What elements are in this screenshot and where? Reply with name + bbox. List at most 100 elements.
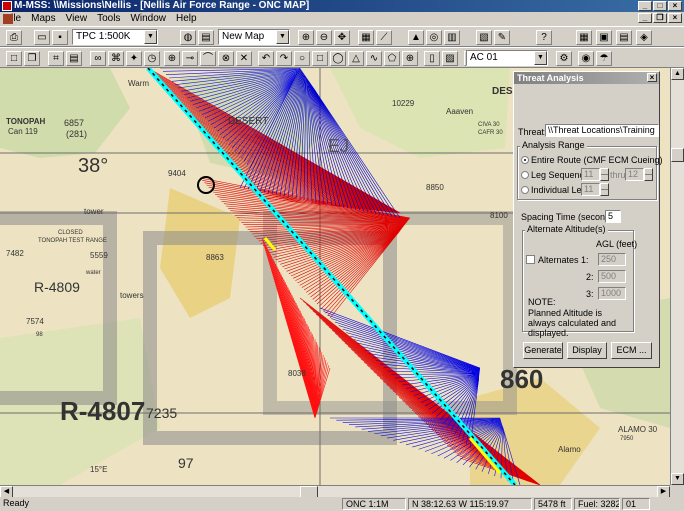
pan-icon[interactable]: ✥ [334, 30, 350, 45]
profile-icon[interactable]: ⌒ [200, 51, 216, 66]
color-map-icon[interactable]: ▨ [442, 51, 458, 66]
link-icon[interactable]: ⊸ [182, 51, 198, 66]
menu-maps[interactable]: Maps [26, 12, 60, 26]
zoom-out-icon[interactable]: ⊖ [316, 30, 332, 45]
menu-window[interactable]: Window [125, 12, 171, 26]
map-label: DESERT [228, 116, 268, 127]
map-label: 8863 [206, 253, 224, 262]
alternate-altitude-3-field[interactable]: 1000 [598, 287, 626, 300]
save-icon[interactable]: ▪ [52, 30, 68, 45]
document-icon[interactable] [3, 14, 13, 24]
threat-label: Threat: [518, 127, 547, 137]
polygon-icon[interactable]: ⬠ [384, 51, 400, 66]
redo-icon[interactable]: ↷ [276, 51, 292, 66]
circle-icon[interactable]: ○ [294, 51, 310, 66]
alternates-checkbox[interactable] [526, 255, 535, 264]
delete-icon[interactable]: ✕ [236, 51, 252, 66]
alternate-altitude-1-field[interactable]: 250 [598, 253, 626, 266]
close-icon[interactable]: × [647, 73, 657, 82]
display-button[interactable]: Display [567, 342, 607, 359]
waypoint-icon[interactable]: ∞ [90, 51, 106, 66]
undo-icon[interactable]: ↶ [258, 51, 274, 66]
individual-leg-stepper[interactable] [600, 183, 609, 196]
table-icon[interactable]: ▤ [66, 51, 82, 66]
menu-help[interactable]: Help [171, 12, 202, 26]
print-icon[interactable]: ⎙ [6, 30, 22, 45]
arrange-icon[interactable]: ▤ [616, 30, 632, 45]
ellipse-icon[interactable]: ◯ [330, 51, 346, 66]
dialog-titlebar[interactable]: Threat Analysis × [514, 72, 659, 84]
center-icon[interactable]: ⊕ [402, 51, 418, 66]
cd-icon[interactable]: ◉ [578, 51, 594, 66]
map-label: TONOPAH [6, 117, 45, 126]
leg-to-field[interactable]: 12 [625, 168, 644, 181]
individual-leg-radio[interactable] [521, 186, 529, 194]
copy-icon[interactable]: ❐ [24, 51, 40, 66]
tile-icon[interactable]: ▦ [576, 30, 592, 45]
entire-route-radio[interactable] [521, 156, 529, 164]
dialog-title: Threat Analysis [517, 73, 584, 83]
chart-select[interactable]: TPC 1:500K ▼ [72, 29, 158, 45]
main-toolbar: ⎙ ▭ ▪ TPC 1:500K ▼ ◍ ▤ New Map ▼ ⊕ ⊖ ✥ ▦… [0, 26, 684, 47]
map-label: 7574 [26, 317, 44, 326]
rect-icon[interactable]: □ [312, 51, 328, 66]
misc-icon[interactable]: ◈ [636, 30, 652, 45]
leg-to-stepper[interactable] [644, 168, 653, 181]
map-label: 860 [500, 364, 543, 394]
map-label: 15°E [90, 465, 107, 474]
grid-icon[interactable]: ⌘ [108, 51, 124, 66]
map-vertical-scrollbar[interactable]: ▲ ▼ [670, 68, 684, 485]
close-icon[interactable]: × [668, 1, 682, 11]
maximize-icon[interactable]: □ [653, 1, 667, 11]
layers-icon[interactable]: ▦ [358, 30, 374, 45]
spacing-time-field[interactable]: 5 [605, 210, 621, 223]
generate-button[interactable]: Generate [523, 342, 563, 359]
threat-icon[interactable]: ✦ [126, 51, 142, 66]
help-icon[interactable]: ? [536, 30, 552, 45]
map-horizontal-scrollbar[interactable]: ◀ ▶ [0, 485, 670, 498]
minimize-icon[interactable]: _ [638, 1, 652, 11]
line-icon[interactable]: ∿ [366, 51, 382, 66]
map-label: ALAMO 30 [618, 425, 658, 434]
alternate-3-label: 3: [586, 289, 594, 299]
crosshair-icon[interactable]: ⊗ [218, 51, 234, 66]
map-window-icon[interactable]: ▤ [198, 30, 214, 45]
weather-icon[interactable]: ☂ [596, 51, 612, 66]
leg-sequence-radio[interactable] [521, 171, 529, 179]
scroll-thumb[interactable] [671, 148, 684, 162]
map-label: tower [84, 207, 104, 216]
aircraft-select[interactable]: AC 01 ▼ [466, 50, 548, 66]
globe-icon[interactable]: ◍ [180, 30, 196, 45]
menu-view[interactable]: View [61, 12, 93, 26]
terrain-icon[interactable]: ▲ [408, 30, 424, 45]
menu-tools[interactable]: Tools [92, 12, 125, 26]
new-icon[interactable]: □ [6, 51, 22, 66]
alternate-altitude-2-field[interactable]: 500 [598, 270, 626, 283]
route-icon[interactable]: ⌗ [48, 51, 64, 66]
wizard-icon[interactable]: ✎ [494, 30, 510, 45]
scroll-up-icon[interactable]: ▲ [671, 68, 684, 80]
triangle-icon[interactable]: △ [348, 51, 364, 66]
clock-icon[interactable]: ◷ [144, 51, 160, 66]
mdi-minimize-icon[interactable]: _ [638, 13, 652, 23]
target-icon[interactable]: ⊕ [164, 51, 180, 66]
ecm-button[interactable]: ECM ... [611, 342, 652, 359]
map-select[interactable]: New Map ▼ [218, 29, 290, 45]
threat-field[interactable]: \\Threat Locations\Training [545, 124, 659, 137]
open-icon[interactable]: ▭ [34, 30, 50, 45]
mdi-close-icon[interactable]: × [668, 13, 682, 23]
status-ready: Ready [3, 498, 30, 508]
leg-from-stepper[interactable] [600, 168, 609, 181]
mdi-restore-icon[interactable]: ❐ [653, 13, 667, 23]
color-chart-icon[interactable]: ▧ [476, 30, 492, 45]
threat-ring-icon[interactable]: ◎ [426, 30, 442, 45]
cascade-icon[interactable]: ▣ [596, 30, 612, 45]
scroll-down-icon[interactable]: ▼ [671, 473, 684, 485]
leg-from-field[interactable]: 11 [581, 168, 600, 181]
route-tool-icon[interactable]: ⟋ [376, 30, 392, 45]
individual-leg-field[interactable]: 11 [581, 183, 600, 196]
zoom-in-icon[interactable]: ⊕ [298, 30, 314, 45]
aircraft-settings-icon[interactable]: ⚙ [556, 51, 572, 66]
chart-icon[interactable]: ▥ [444, 30, 460, 45]
page-icon[interactable]: ▯ [424, 51, 440, 66]
